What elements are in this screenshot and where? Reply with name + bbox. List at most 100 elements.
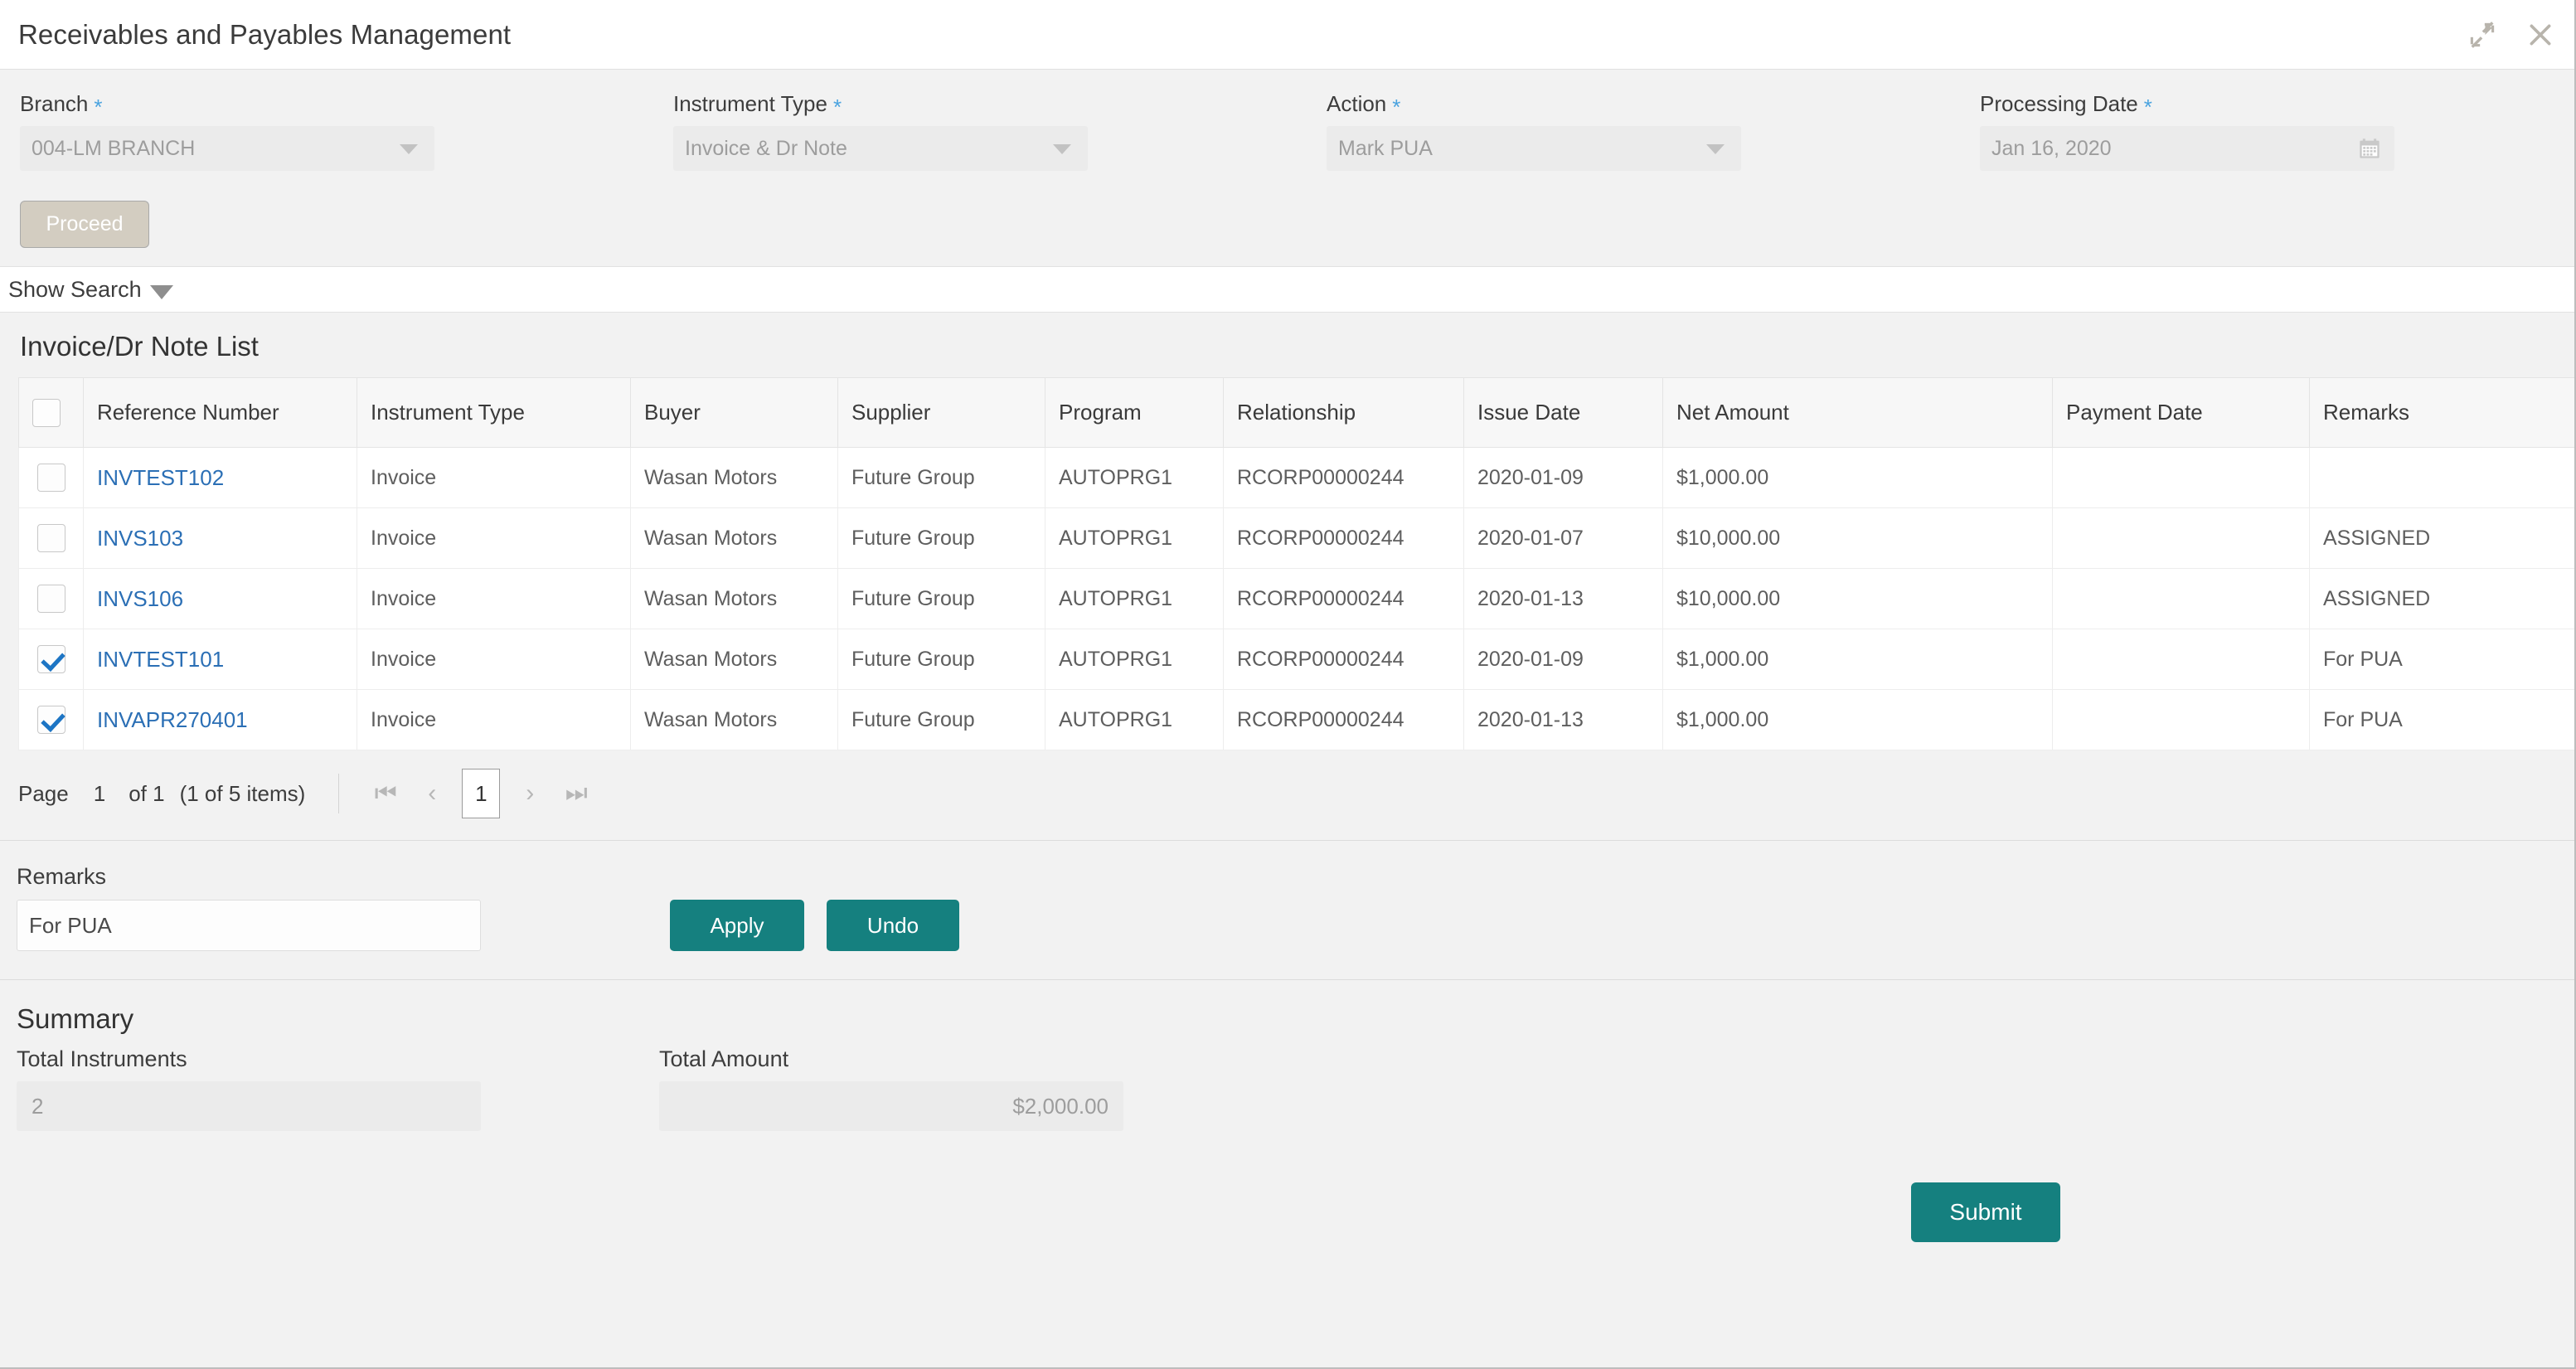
window-titlebar: Receivables and Payables Management	[0, 0, 2574, 70]
close-icon[interactable]	[2526, 21, 2554, 49]
total-instruments-field: Total Instruments 2	[17, 1046, 481, 1131]
cell-instrument-type: Invoice	[357, 507, 631, 569]
row-checkbox[interactable]	[36, 585, 65, 613]
instrument-type-label: Instrument Type *	[673, 91, 1088, 119]
cell-issue-date: 2020-01-13	[1463, 689, 1663, 750]
proceed-button-wrap: Proceed	[0, 171, 2574, 266]
reference-number-link[interactable]: INVAPR270401	[97, 707, 248, 732]
instrument-type-label-text: Instrument Type	[673, 91, 827, 116]
action-label-text: Action	[1327, 91, 1387, 116]
pagination: Page 1 of 1 (1 of 5 items) ⏮ ‹ 1 › ⏭	[0, 750, 2574, 840]
column-header-payment-date[interactable]: Payment Date	[2052, 377, 2310, 448]
cell-payment-date	[2052, 689, 2310, 750]
pagination-page-box[interactable]: 1	[462, 769, 501, 818]
table-row: INVTEST101 Invoice Wasan Motors Future G…	[18, 629, 2574, 690]
pagination-current-page: 1	[93, 780, 106, 806]
total-amount-label: Total Amount	[659, 1046, 789, 1071]
cell-program: AUTOPRG1	[1045, 447, 1224, 508]
required-asterisk: *	[832, 95, 842, 119]
total-instruments-value: 2	[17, 1081, 481, 1131]
field-action: Action * Mark PUA	[1327, 91, 1741, 171]
required-asterisk: *	[1392, 95, 1401, 119]
column-header-instrument-type[interactable]: Instrument Type	[357, 377, 631, 448]
proceed-button[interactable]: Proceed	[20, 201, 149, 248]
collapse-arrows-icon[interactable]	[2468, 21, 2496, 49]
pagination-page-label: Page	[18, 780, 69, 806]
cell-issue-date: 2020-01-09	[1463, 629, 1663, 690]
required-asterisk: *	[94, 95, 103, 119]
cell-payment-date	[2052, 629, 2310, 690]
remarks-input[interactable]	[17, 900, 481, 951]
first-page-icon[interactable]: ⏮	[362, 779, 409, 808]
cell-reference-number: INVS106	[83, 568, 357, 629]
total-instruments-label: Total Instruments	[17, 1046, 187, 1071]
cell-program: AUTOPRG1	[1045, 689, 1224, 750]
table-row: INVS103 Invoice Wasan Motors Future Grou…	[18, 507, 2574, 569]
column-header-reference-number[interactable]: Reference Number	[83, 377, 357, 448]
total-amount-value: $2,000.00	[659, 1081, 1123, 1131]
summary-section: Summary Total Instruments 2 Total Amount…	[0, 979, 2574, 1242]
row-checkbox[interactable]	[36, 524, 65, 552]
row-checkbox[interactable]	[36, 706, 65, 734]
reference-number-link[interactable]: INVS103	[97, 526, 183, 551]
next-page-icon[interactable]: ›	[507, 779, 553, 808]
column-header-relationship[interactable]: Relationship	[1223, 377, 1464, 448]
processing-date-input[interactable]: Jan 16, 2020	[1980, 126, 2394, 171]
column-header-remarks[interactable]: Remarks	[2309, 377, 2574, 448]
column-header-program[interactable]: Program	[1045, 377, 1224, 448]
cell-issue-date: 2020-01-07	[1463, 507, 1663, 569]
cell-issue-date: 2020-01-09	[1463, 447, 1663, 508]
column-header-supplier[interactable]: Supplier	[837, 377, 1045, 448]
cell-relationship: RCORP00000244	[1223, 629, 1464, 690]
last-page-icon[interactable]: ⏭	[553, 779, 599, 808]
column-header-buyer[interactable]: Buyer	[630, 377, 838, 448]
select-all-checkbox[interactable]	[32, 398, 61, 427]
summary-row: Total Instruments 2 Total Amount $2,000.…	[0, 1046, 2574, 1131]
cell-net-amount: $1,000.00	[1662, 447, 2053, 508]
cell-net-amount: $10,000.00	[1662, 568, 2053, 629]
row-select-cell	[18, 629, 84, 690]
reference-number-link[interactable]: INVS106	[97, 586, 183, 611]
column-header-net-amount[interactable]: Net Amount	[1662, 377, 2053, 448]
cell-supplier: Future Group	[837, 689, 1045, 750]
branch-label: Branch *	[20, 91, 434, 119]
processing-date-wrap: Jan 16, 2020	[1980, 126, 2394, 171]
cell-remarks: ASSIGNED	[2309, 568, 2574, 629]
footer-actions: Submit	[0, 1131, 2574, 1242]
processing-date-label-text: Processing Date	[1980, 91, 2138, 116]
calendar-icon[interactable]	[2358, 137, 2381, 160]
row-checkbox[interactable]	[36, 645, 65, 673]
cell-issue-date: 2020-01-13	[1463, 568, 1663, 629]
cell-buyer: Wasan Motors	[630, 568, 838, 629]
summary-title: Summary	[17, 1003, 134, 1034]
field-processing-date: Processing Date * Jan 16, 2020	[1980, 91, 2394, 171]
instrument-type-select[interactable]: Invoice & Dr Note	[673, 126, 1088, 171]
invoice-list-section: Invoice/Dr Note List Reference Number In…	[0, 313, 2574, 840]
cell-supplier: Future Group	[837, 507, 1045, 569]
table-row: INVAPR270401 Invoice Wasan Motors Future…	[18, 689, 2574, 750]
window-actions	[2468, 0, 2554, 70]
column-header-issue-date[interactable]: Issue Date	[1463, 377, 1663, 448]
cell-net-amount: $1,000.00	[1662, 629, 2053, 690]
apply-button[interactable]: Apply	[670, 900, 804, 951]
invoice-table: Reference Number Instrument Type Buyer S…	[18, 377, 2574, 750]
previous-page-icon[interactable]: ‹	[409, 779, 455, 808]
row-checkbox[interactable]	[36, 464, 65, 492]
branch-select-wrap: 004-LM BRANCH	[20, 126, 434, 171]
action-select[interactable]: Mark PUA	[1327, 126, 1741, 171]
cell-payment-date	[2052, 507, 2310, 569]
cell-relationship: RCORP00000244	[1223, 447, 1464, 508]
show-search-toggle[interactable]: Show Search	[0, 266, 2574, 313]
cell-reference-number: INVAPR270401	[83, 689, 357, 750]
undo-button[interactable]: Undo	[827, 900, 959, 951]
reference-number-link[interactable]: INVTEST102	[97, 465, 224, 490]
reference-number-link[interactable]: INVTEST101	[97, 647, 224, 672]
cell-supplier: Future Group	[837, 629, 1045, 690]
table-header: Reference Number Instrument Type Buyer S…	[18, 377, 2574, 448]
page-title: Receivables and Payables Management	[18, 18, 512, 50]
branch-label-text: Branch	[20, 91, 89, 116]
submit-button[interactable]: Submit	[1911, 1182, 2060, 1242]
cell-instrument-type: Invoice	[357, 629, 631, 690]
remarks-field: Remarks	[17, 864, 481, 951]
branch-select[interactable]: 004-LM BRANCH	[20, 126, 434, 171]
